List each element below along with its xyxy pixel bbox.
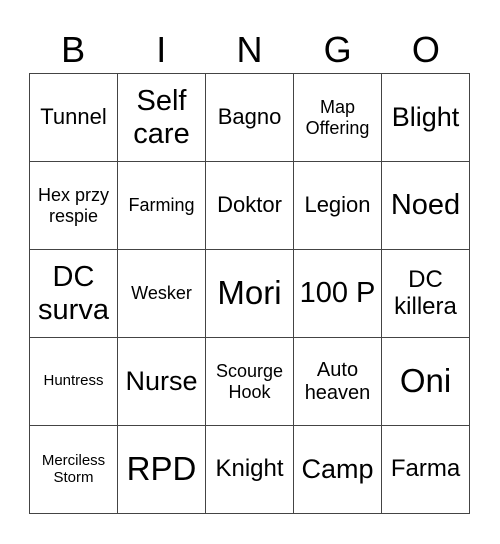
bingo-cell[interactable]: Map Offering [294,74,382,162]
bingo-cell[interactable]: DC surva [30,250,118,338]
bingo-cell[interactable]: Mori [206,250,294,338]
bingo-cell[interactable]: Huntress [30,338,118,426]
bingo-cell[interactable]: Auto heaven [294,338,382,426]
bingo-cell[interactable]: 100 P [294,250,382,338]
bingo-cell[interactable]: Noed [382,162,470,250]
bingo-cell[interactable]: Tunnel [30,74,118,162]
bingo-cell[interactable]: Knight [206,426,294,514]
header-letter-o: O [411,29,440,70]
bingo-cell[interactable]: Doktor [206,162,294,250]
bingo-cell[interactable]: Farming [118,162,206,250]
bingo-cell[interactable]: Camp [294,426,382,514]
bingo-cell[interactable]: Wesker [118,250,206,338]
bingo-cell[interactable]: Blight [382,74,470,162]
header-letter-i: I [156,29,167,70]
bingo-cell[interactable]: RPD [118,426,206,514]
header-letter-b: B [61,29,86,70]
bingo-cell[interactable]: Hex przy respie [30,162,118,250]
bingo-cell[interactable]: Nurse [118,338,206,426]
bingo-cell[interactable]: Merciless Storm [30,426,118,514]
bingo-cell[interactable]: Scourge Hook [206,338,294,426]
header-letter-n: N [236,29,263,70]
bingo-cell[interactable]: Legion [294,162,382,250]
bingo-cell[interactable]: Bagno [206,74,294,162]
bingo-cell[interactable]: Farma [382,426,470,514]
bingo-cell[interactable]: DC killera [382,250,470,338]
bingo-header: B I N G O [29,28,470,72]
bingo-board: Tunnel Self care Bagno Map Offering Blig… [29,73,470,514]
bingo-cell[interactable]: Self care [118,74,206,162]
bingo-cell[interactable]: Oni [382,338,470,426]
header-letter-g: G [323,29,352,70]
